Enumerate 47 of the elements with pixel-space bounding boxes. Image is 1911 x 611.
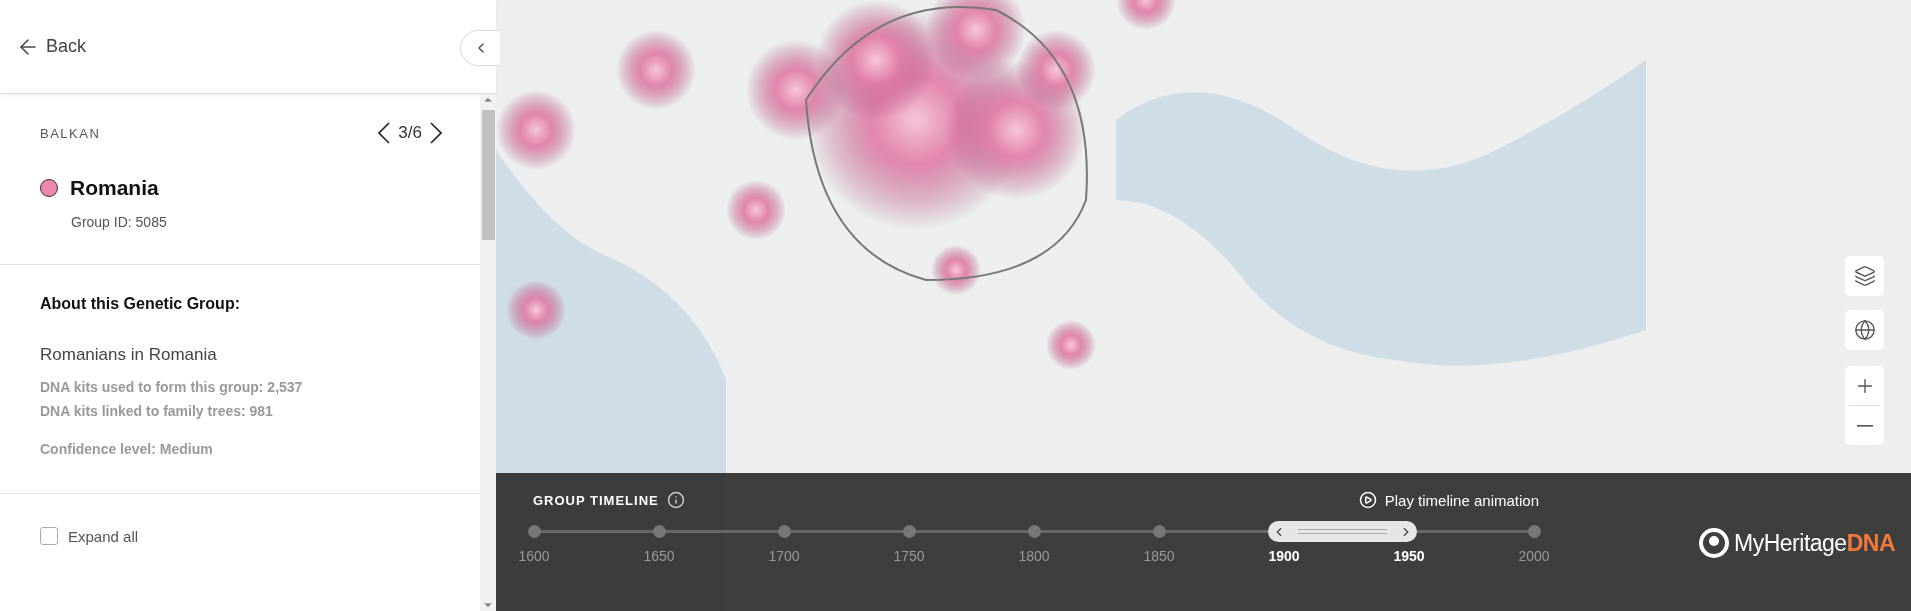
- confidence-text: Confidence level: Medium: [40, 441, 214, 459]
- logo-text: MyHeritageDNA: [1734, 529, 1895, 557]
- chevron-right-icon: [430, 122, 442, 144]
- scrollbar-track[interactable]: [480, 94, 496, 611]
- year-label: 1750: [893, 548, 925, 564]
- year-label: 1950: [1393, 548, 1425, 564]
- year-label: 1900: [1268, 548, 1300, 564]
- page-counter: 3/6: [398, 123, 422, 143]
- stat-text: DNA kits used to form this group: 2,537: [40, 379, 304, 395]
- group-id: Group ID: 5085: [71, 214, 167, 230]
- year-label: 2000: [1518, 548, 1550, 564]
- year-label: 1700: [768, 548, 800, 564]
- expand-all-checkbox[interactable]: [40, 527, 58, 545]
- chevron-left-icon: [378, 122, 391, 144]
- minus-icon: [1856, 424, 1873, 427]
- globe-icon: [1853, 319, 1876, 341]
- timeline-dot[interactable]: [1027, 525, 1041, 538]
- timeline-dot[interactable]: [902, 525, 916, 538]
- play-icon: [1358, 491, 1377, 509]
- section-heading: About this Genetic Group:: [40, 294, 241, 313]
- timeline-dot[interactable]: [1152, 525, 1166, 538]
- layers-icon: [1853, 265, 1876, 287]
- region-label: BALKAN: [40, 125, 101, 141]
- info-icon[interactable]: [666, 491, 685, 509]
- play-animation-button[interactable]: Play timeline animation: [1358, 491, 1539, 509]
- group-name: Romania: [70, 176, 159, 200]
- scrollbar-thumb[interactable]: [481, 110, 495, 240]
- back-button[interactable]: Back: [12, 30, 91, 63]
- collapse-panel-button[interactable]: [460, 30, 500, 66]
- timeline-dot[interactable]: [777, 525, 791, 538]
- year-label: 1850: [1143, 548, 1175, 564]
- year-label: 1600: [518, 548, 550, 564]
- timeline-dot[interactable]: [1527, 525, 1541, 538]
- year-label: 1800: [1018, 548, 1050, 564]
- timeline-dot[interactable]: [527, 525, 541, 538]
- stat-text: DNA kits linked to family trees: 981: [40, 403, 274, 419]
- range-handle[interactable]: [1268, 521, 1417, 542]
- timeline-dot[interactable]: [652, 525, 666, 538]
- previous-button[interactable]: [378, 122, 391, 144]
- logo-icon: [1698, 527, 1731, 559]
- next-button[interactable]: [430, 122, 442, 144]
- group-description: Romanians in Romania: [40, 345, 218, 365]
- timeline-title: GROUP TIMELINE: [533, 492, 659, 508]
- globe-button[interactable]: [1845, 310, 1884, 350]
- layers-button[interactable]: [1845, 256, 1884, 296]
- year-label: 1650: [643, 548, 675, 564]
- checkbox-label: Expand all: [68, 527, 139, 545]
